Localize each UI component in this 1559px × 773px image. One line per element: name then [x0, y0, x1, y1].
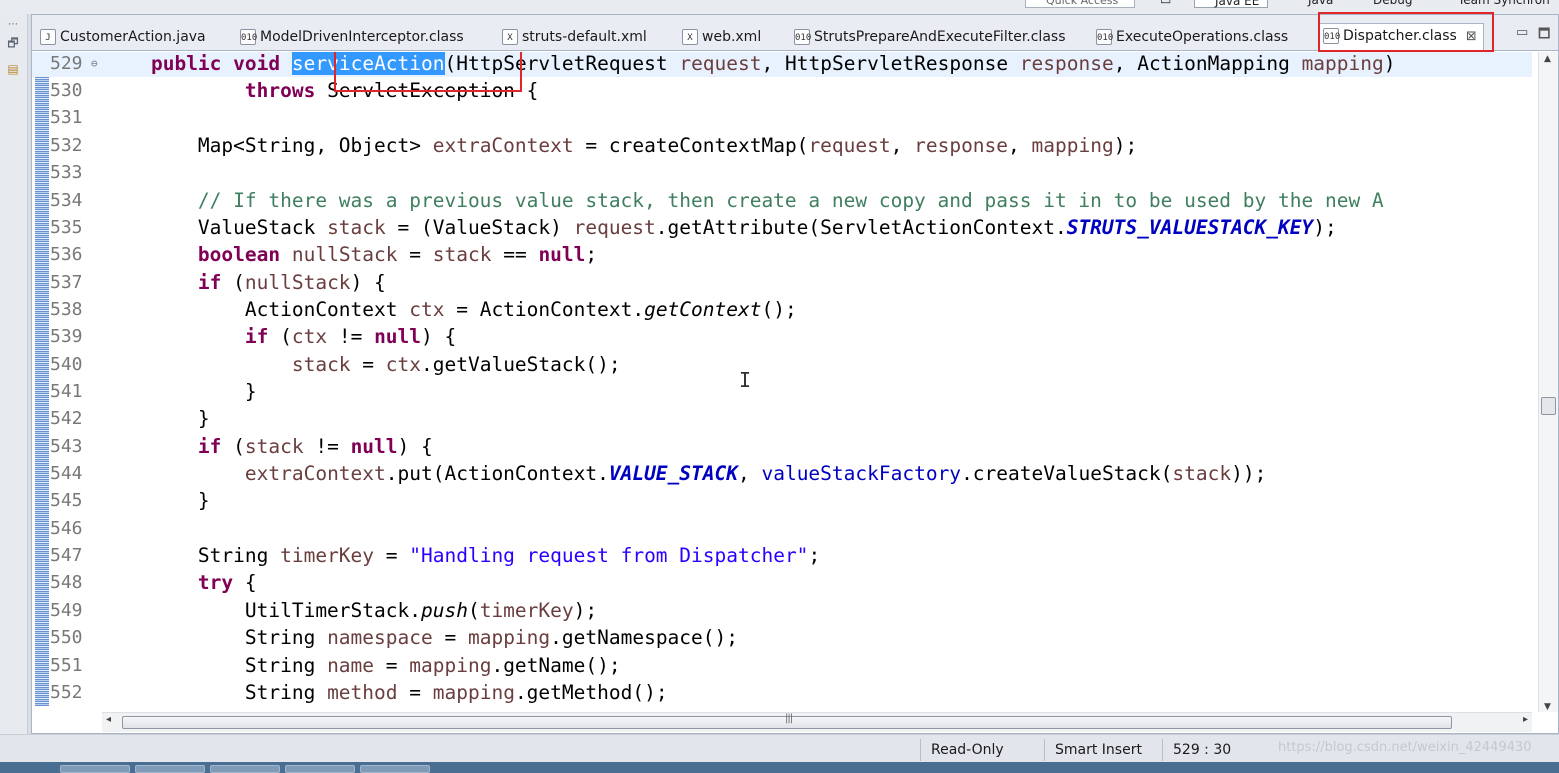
status-insert-mode: Smart Insert: [1044, 739, 1162, 761]
text-cursor-icon: I: [739, 368, 752, 392]
code-line-550: 550 String namespace = mapping.getNamesp…: [50, 626, 738, 649]
horizontal-scrollbar[interactable]: ◂ ||| ▸: [102, 712, 1532, 732]
class-file-icon: 010: [1096, 29, 1113, 45]
watermark-text: https://blog.csdn.net/weixin_42449430: [1278, 740, 1532, 755]
perspective-team-synchronizing[interactable]: Team Synchron: [1440, 0, 1550, 8]
class-file-icon: 010: [794, 29, 811, 45]
status-cursor-position: 529 : 30: [1162, 739, 1272, 761]
taskbar-item[interactable]: [210, 765, 280, 773]
code-line-548: 548 try {: [50, 571, 257, 594]
perspective-java-ee[interactable]: Java EE: [1194, 0, 1269, 8]
left-trim-bar: ⋯ 🗗 ▤: [0, 14, 28, 759]
package-explorer-icon[interactable]: ▤: [4, 60, 22, 78]
code-line-534: 534 // If there was a previous value sta…: [50, 189, 1384, 212]
status-read-only: Read-Only: [920, 739, 1044, 761]
editor-tab-bar: J CustomerAction.java 010 ModelDrivenInt…: [32, 12, 1558, 52]
tab-highlight-box: [1318, 12, 1494, 52]
code-line-545: 545 }: [50, 489, 210, 512]
taskbar-item[interactable]: [360, 765, 430, 773]
code-line-530: 530 throws ServletException {: [50, 79, 539, 102]
code-line-535: 535 ValueStack stack = (ValueStack) requ…: [50, 216, 1337, 239]
editor-area: J CustomerAction.java 010 ModelDrivenInt…: [31, 12, 1559, 734]
taskbar-item[interactable]: [60, 765, 130, 773]
code-line-539: 539 if (ctx != null) {: [50, 325, 457, 348]
code-line-532: 532 Map<String, Object> extraContext = c…: [50, 134, 1138, 157]
vertical-scrollbar[interactable]: ▲ ▼: [1538, 52, 1558, 712]
code-line-552: 552 String method = mapping.getMethod();: [50, 681, 668, 704]
restore-icon[interactable]: 🗗: [4, 34, 22, 52]
horizontal-scroll-thumb[interactable]: |||: [122, 713, 1452, 729]
code-line-542: 542 }: [50, 407, 210, 430]
code-line-529: 529 ⊖ public void serviceAction(HttpServl…: [32, 52, 1532, 77]
taskbar-item[interactable]: [285, 765, 355, 773]
code-line-540: 540 stack = ctx.getValueStack();: [50, 353, 621, 376]
code-line-531: 531: [50, 107, 83, 128]
xml-file-icon: X: [682, 29, 698, 45]
scroll-up-icon[interactable]: ▲: [1544, 54, 1551, 64]
code-line-543: 543 if (stack != null) {: [50, 435, 433, 458]
tab-label: CustomerAction.java: [60, 29, 206, 45]
os-taskbar: [0, 762, 1559, 773]
minimize-icon[interactable]: ▭: [1516, 25, 1528, 40]
code-line-537: 537 if (nullStack) {: [50, 271, 386, 294]
code-line-549: 549 UtilTimerStack.push(timerKey);: [50, 599, 598, 622]
scroll-right-icon[interactable]: ▸: [1523, 714, 1528, 725]
code-line-533: 533: [50, 162, 83, 183]
taskbar-item[interactable]: [135, 765, 205, 773]
selected-identifier: serviceAction: [291, 52, 445, 75]
grip-icon: |||: [785, 713, 793, 724]
fold-toggle-icon[interactable]: ⊖: [91, 52, 98, 77]
grip-icon: ⋯: [8, 19, 18, 30]
code-line-551: 551 String name = mapping.getName();: [50, 654, 621, 677]
code-editor[interactable]: 529 ⊖ public void serviceAction(HttpServl…: [32, 52, 1558, 712]
code-line-541: 541 }: [50, 380, 257, 403]
tab-strutsprepareandexecutefilter-class[interactable]: 010 StrutsPrepareAndExecuteFilter.class: [790, 25, 1066, 51]
tab-struts-default-xml[interactable]: X struts-default.xml: [498, 25, 647, 51]
code-line-538: 538 ActionContext ctx = ActionContext.ge…: [50, 298, 797, 321]
xml-file-icon: X: [502, 29, 518, 45]
tab-label: StrutsPrepareAndExecuteFilter.class: [814, 29, 1066, 45]
tab-label: struts-default.xml: [522, 29, 647, 45]
scroll-left-icon[interactable]: ◂: [106, 714, 111, 725]
scroll-down-icon[interactable]: ▼: [1544, 702, 1551, 712]
java-file-icon: J: [40, 29, 56, 45]
code-line-547: 547 String timerKey = "Handling request …: [50, 544, 821, 567]
maximize-icon[interactable]: 🗖: [1538, 25, 1550, 47]
tab-executeoperations-class[interactable]: 010 ExecuteOperations.class: [1092, 25, 1288, 51]
open-perspective-icon[interactable]: ▭: [1160, 0, 1171, 8]
quick-access-field[interactable]: Quick Access: [1025, 0, 1135, 8]
code-line-546: 546: [50, 518, 83, 539]
tab-web-xml[interactable]: X web.xml: [678, 25, 761, 51]
tab-label: ModelDrivenInterceptor.class: [260, 29, 464, 45]
class-file-icon: 010: [240, 29, 257, 45]
status-bar: Read-Only Smart Insert 529 : 30 https://…: [0, 734, 1559, 762]
perspective-debug[interactable]: Debug: [1355, 0, 1412, 8]
tab-customeraction-java[interactable]: J CustomerAction.java: [36, 25, 206, 51]
tab-modeldriveninterceptor-class[interactable]: 010 ModelDrivenInterceptor.class: [236, 25, 464, 51]
tab-label: ExecuteOperations.class: [1116, 29, 1289, 45]
vertical-scroll-thumb[interactable]: [1541, 397, 1556, 415]
tab-label: web.xml: [702, 29, 762, 45]
perspective-java[interactable]: Java: [1290, 0, 1333, 8]
code-line-536: 536 boolean nullStack = stack == null;: [50, 243, 598, 266]
code-line-544: 544 extraContext.put(ActionContext.VALUE…: [50, 462, 1267, 485]
